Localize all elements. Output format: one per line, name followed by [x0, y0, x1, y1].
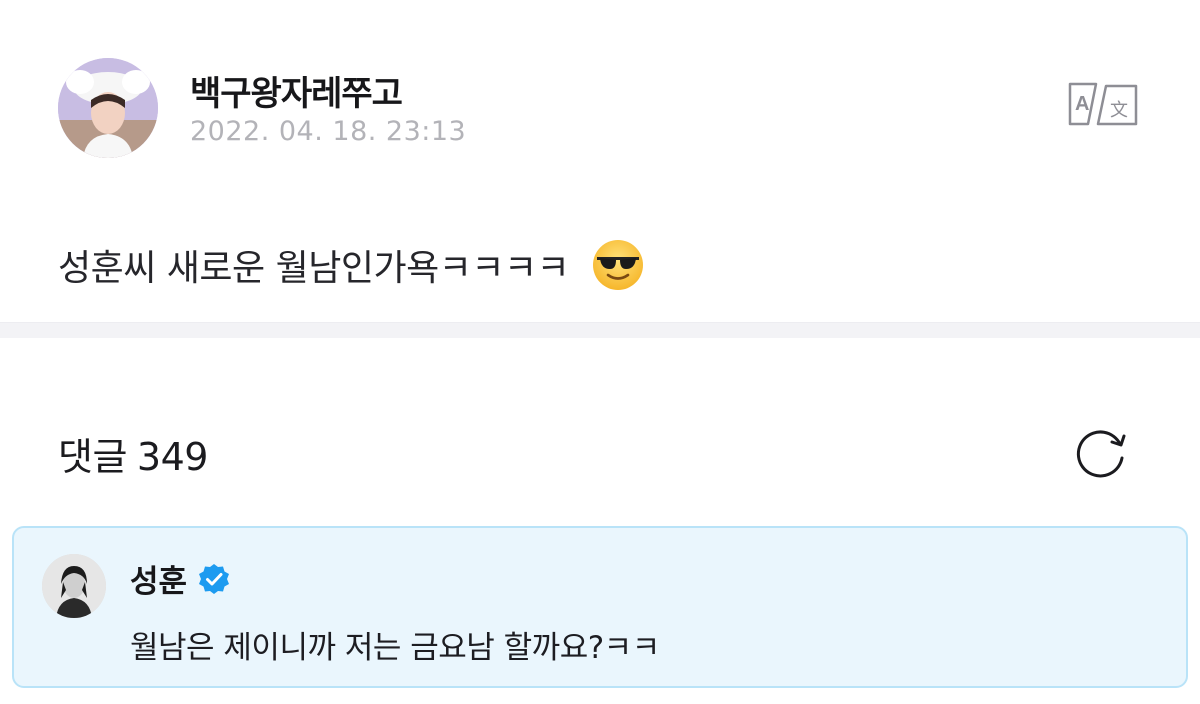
- svg-text:文: 文: [1110, 100, 1128, 121]
- refresh-icon[interactable]: [1072, 422, 1132, 482]
- svg-text:A: A: [1075, 93, 1089, 115]
- artist-comment-text: 월남은 제이니까 저는 금요남 할까요?ㅋㅋ: [130, 630, 660, 666]
- verified-badge-icon: [197, 562, 231, 596]
- artist-avatar[interactable]: [42, 554, 106, 618]
- smiling-face-with-sunglasses-icon: [591, 238, 645, 292]
- artist-name[interactable]: 성훈: [130, 556, 187, 601]
- comments-header: 댓글 349: [58, 426, 208, 481]
- section-divider: [0, 322, 1200, 338]
- comments-label: 댓글: [58, 435, 127, 479]
- post-timestamp: 2022. 04. 18. 23:13: [190, 116, 467, 147]
- post-header: 백구왕자레쭈고 2022. 04. 18. 23:13 A 文: [58, 58, 1148, 162]
- artist-comment-card[interactable]: 성훈 월남은 제이니까 저는 금요남 할까요?ㅋㅋ: [12, 526, 1188, 688]
- artist-comment-author: 성훈: [130, 556, 231, 601]
- post-author-name[interactable]: 백구왕자레쭈고: [190, 66, 403, 115]
- author-avatar[interactable]: [58, 58, 158, 158]
- post-content: 성훈씨 새로운 월남인가욕ㅋㅋㅋㅋ: [58, 238, 645, 292]
- translate-icon[interactable]: A 文: [1066, 80, 1140, 130]
- post-text: 성훈씨 새로운 월남인가욕ㅋㅋㅋㅋ: [58, 248, 570, 289]
- comments-count: 349: [136, 435, 209, 479]
- post-detail-page: 백구왕자레쭈고 2022. 04. 18. 23:13 A 文 성훈씨 새로운 …: [0, 0, 1200, 704]
